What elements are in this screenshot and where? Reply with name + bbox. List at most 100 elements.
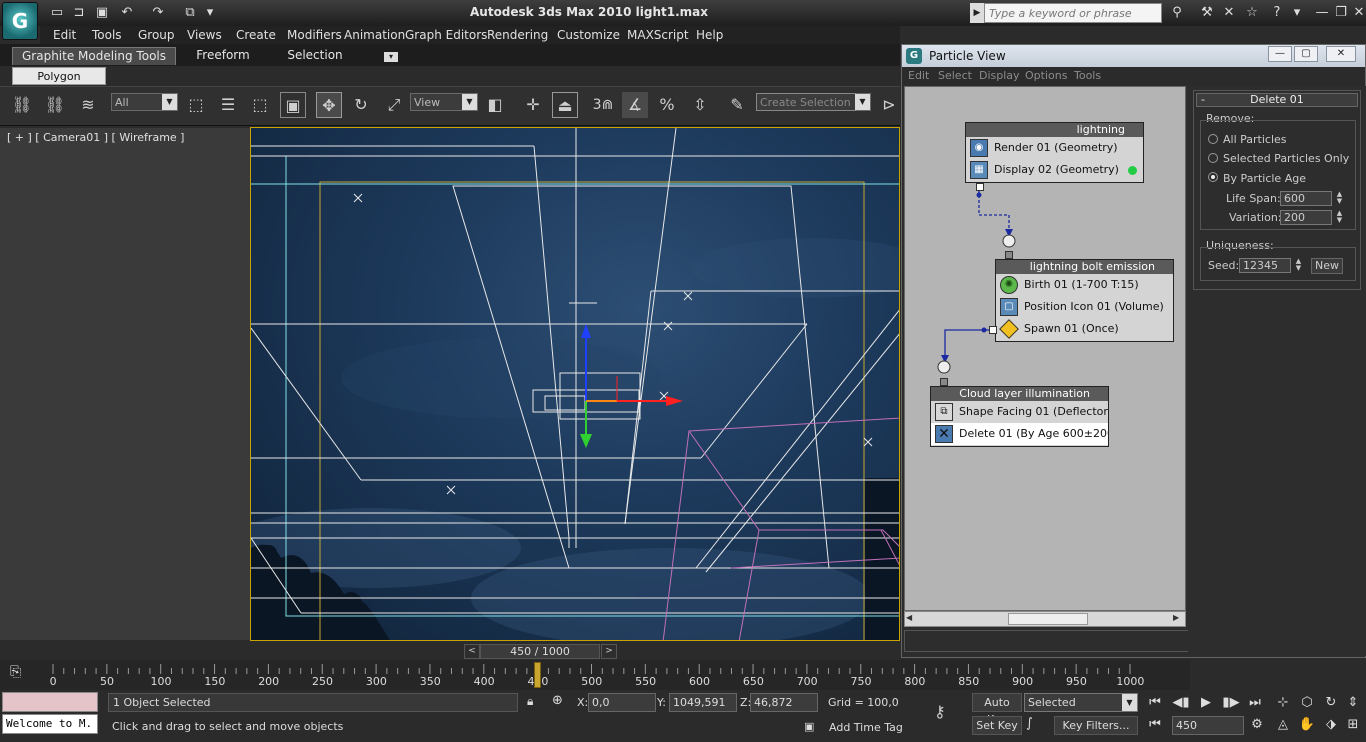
application-button[interactable]: G bbox=[2, 2, 38, 40]
select-and-rotate-icon[interactable]: ↻ bbox=[348, 92, 374, 118]
scroll-left-icon[interactable]: ◀ bbox=[906, 613, 916, 625]
ribbon-options-icon[interactable]: ▾ bbox=[384, 52, 398, 62]
scroll-right-icon[interactable]: ▶ bbox=[1173, 613, 1183, 625]
event-input-socket[interactable] bbox=[940, 378, 948, 386]
select-and-link-icon[interactable]: ⛓ bbox=[9, 92, 35, 118]
truck-camera-icon[interactable]: ⬗ bbox=[1320, 716, 1342, 734]
seed-spinner[interactable]: ▲ ▼ bbox=[1294, 258, 1303, 273]
selection-lock-icon[interactable]: 🔒︎ bbox=[527, 694, 541, 710]
go-to-end-icon[interactable]: ⏭ bbox=[1244, 694, 1266, 712]
rectangular-selection-icon[interactable]: ⬚ bbox=[247, 92, 273, 118]
rollout-header[interactable]: - Delete 01 bbox=[1196, 93, 1358, 107]
new-seed-button[interactable]: New bbox=[1311, 258, 1343, 274]
help-dropdown-icon[interactable]: ▾ bbox=[1288, 4, 1306, 22]
ribbon-panel-polygon-modeling[interactable]: Polygon Modeling bbox=[12, 67, 106, 100]
favorites-star-icon[interactable]: ☆ bbox=[1243, 4, 1261, 22]
menu-tools[interactable]: Tools bbox=[92, 28, 122, 42]
event-node-cloud-layer-illumination[interactable]: Cloud layer illumination ⧉ Shape Facing 0… bbox=[930, 386, 1109, 447]
tab-freeform[interactable]: Freeform bbox=[190, 47, 256, 65]
go-to-start-icon[interactable]: ⏮ bbox=[1144, 694, 1166, 712]
key-filters-button[interactable]: Key Filters... bbox=[1054, 716, 1138, 735]
pv-menu-tools[interactable]: Tools bbox=[1074, 69, 1101, 82]
tab-graphite-modeling-tools[interactable]: Graphite Modeling Tools bbox=[12, 47, 176, 65]
event-input-socket[interactable] bbox=[1005, 251, 1013, 259]
menu-maxscript[interactable]: MAXScript bbox=[627, 28, 689, 42]
curve-editor-mini-icon[interactable]: ⎘ bbox=[10, 664, 34, 684]
operator-display[interactable]: ▦ Display 02 (Geometry) bbox=[966, 159, 1143, 181]
operator-position-icon[interactable]: ▢ Position Icon 01 (Volume) bbox=[996, 296, 1173, 318]
dolly-camera-icon[interactable]: ⇕ bbox=[1342, 694, 1364, 712]
set-key-button[interactable]: Set Key bbox=[972, 716, 1022, 735]
test-spawn[interactable]: Spawn 01 (Once) bbox=[996, 318, 1173, 340]
angle-snap-icon[interactable]: ∡ bbox=[622, 92, 648, 118]
time-marker[interactable] bbox=[533, 662, 541, 688]
next-frame-icon[interactable]: ▮▶ bbox=[1220, 694, 1242, 712]
pv-scrollbar-thumb[interactable] bbox=[1008, 613, 1088, 625]
time-tag-icon[interactable]: ▣ bbox=[804, 720, 818, 734]
menu-animation[interactable]: Animation bbox=[344, 28, 405, 42]
new-file-icon[interactable]: ▭ bbox=[48, 4, 66, 22]
auto-key-button[interactable]: Auto Key bbox=[972, 693, 1022, 726]
orbit-camera-icon[interactable]: ↻ bbox=[1320, 694, 1342, 712]
binoculars-icon[interactable]: ⚲ bbox=[1168, 4, 1186, 22]
add-time-tag[interactable]: Add Time Tag bbox=[829, 721, 903, 734]
variation-field[interactable]: 200 bbox=[1280, 210, 1332, 225]
key-mode-dropdown[interactable]: Selected ▼ bbox=[1024, 693, 1138, 712]
operator-render[interactable]: ◉ Render 01 (Geometry) bbox=[966, 137, 1143, 159]
minimize-icon[interactable]: — bbox=[1313, 4, 1331, 22]
event-node-lightning-bolt-emission[interactable]: lightning bolt emission ✺ Birth 01 (1-700… bbox=[995, 259, 1174, 342]
life-span-spinner[interactable]: ▲ ▼ bbox=[1335, 191, 1344, 206]
snaps-toggle-icon[interactable]: 3⋒ bbox=[590, 92, 616, 118]
radio-by-particle-age[interactable] bbox=[1208, 172, 1218, 182]
save-file-icon[interactable]: ▣ bbox=[93, 4, 111, 22]
operator-birth[interactable]: ✺ Birth 01 (1-700 T:15) bbox=[996, 274, 1173, 296]
viewport-label[interactable]: [ + ] [ Camera01 ] [ Wireframe ] bbox=[7, 131, 184, 144]
radio-selected-particles[interactable] bbox=[1208, 153, 1218, 163]
undo-icon[interactable]: ↶ bbox=[118, 4, 136, 22]
play-icon[interactable]: ▶ bbox=[1195, 694, 1217, 712]
field-of-view-icon[interactable]: ⬡ bbox=[1296, 694, 1318, 712]
unlink-icon[interactable]: ⛓ bbox=[42, 92, 68, 118]
operator-delete-selected[interactable]: ✕ Delete 01 (By Age 600±200) bbox=[931, 423, 1108, 445]
roll-camera-icon[interactable]: ◬ bbox=[1272, 716, 1294, 734]
tab-selection[interactable]: Selection bbox=[282, 47, 348, 65]
maxscript-listener-output[interactable] bbox=[2, 692, 98, 712]
event-node-lightning[interactable]: lightning ◉ Render 01 (Geometry) ▦ Display… bbox=[965, 122, 1144, 183]
pv-menu-select[interactable]: Select bbox=[938, 69, 972, 82]
variation-spinner[interactable]: ▲ ▼ bbox=[1335, 210, 1344, 225]
time-slider-next-icon[interactable]: > bbox=[601, 644, 617, 659]
default-tangent-icon[interactable]: ∫ bbox=[1026, 716, 1050, 735]
project-folder-icon[interactable]: ⧉ bbox=[181, 4, 199, 22]
bind-space-warp-icon[interactable]: ≋ bbox=[75, 92, 101, 118]
manipulate-icon[interactable]: ✛ bbox=[520, 92, 546, 118]
operator-shape-facing[interactable]: ⧉ Shape Facing 01 (Deflector... bbox=[931, 401, 1108, 423]
y-coordinate-field[interactable]: 1049,591 bbox=[669, 693, 737, 712]
select-and-scale-icon[interactable]: ⤢ bbox=[381, 92, 407, 118]
pan-camera-icon[interactable]: ✋ bbox=[1296, 716, 1318, 734]
menu-views[interactable]: Views bbox=[187, 28, 222, 42]
select-by-name-icon[interactable]: ☰ bbox=[215, 92, 241, 118]
close-icon[interactable]: ✕ bbox=[1350, 4, 1366, 22]
key-mode-toggle-icon[interactable]: ⏮ bbox=[1144, 716, 1166, 734]
menu-graph-editors[interactable]: Graph Editors bbox=[405, 28, 487, 42]
absolute-mode-icon[interactable]: ⊕ bbox=[552, 693, 570, 711]
camera-viewport[interactable] bbox=[250, 127, 900, 641]
named-selection-set-input[interactable]: Create Selection Se bbox=[756, 93, 856, 111]
select-and-move-icon[interactable]: ✥ bbox=[316, 92, 342, 118]
selection-filter-dropdown[interactable]: All ▼ bbox=[111, 93, 178, 111]
menu-help[interactable]: Help bbox=[696, 28, 723, 42]
zoom-extents-icon[interactable]: ⊹ bbox=[1272, 694, 1294, 712]
menu-edit[interactable]: Edit bbox=[53, 28, 76, 42]
menu-modifiers[interactable]: Modifiers bbox=[287, 28, 342, 42]
menu-group[interactable]: Group bbox=[138, 28, 175, 42]
event-output-socket[interactable] bbox=[976, 183, 984, 191]
time-configuration-icon[interactable]: ⚙ bbox=[1246, 716, 1268, 734]
z-coordinate-field[interactable]: 46,872 bbox=[750, 693, 818, 712]
time-slider-prev-icon[interactable]: < bbox=[464, 644, 480, 659]
edit-named-selection-icon[interactable]: ✎ bbox=[724, 92, 750, 118]
restore-icon[interactable]: ❐ bbox=[1332, 4, 1350, 22]
mirror-icon[interactable]: ⊳ bbox=[876, 92, 902, 118]
menu-create[interactable]: Create bbox=[236, 28, 276, 42]
current-frame-field[interactable]: 450 bbox=[1172, 716, 1244, 735]
window-crossing-icon[interactable]: ▣ bbox=[280, 92, 306, 118]
